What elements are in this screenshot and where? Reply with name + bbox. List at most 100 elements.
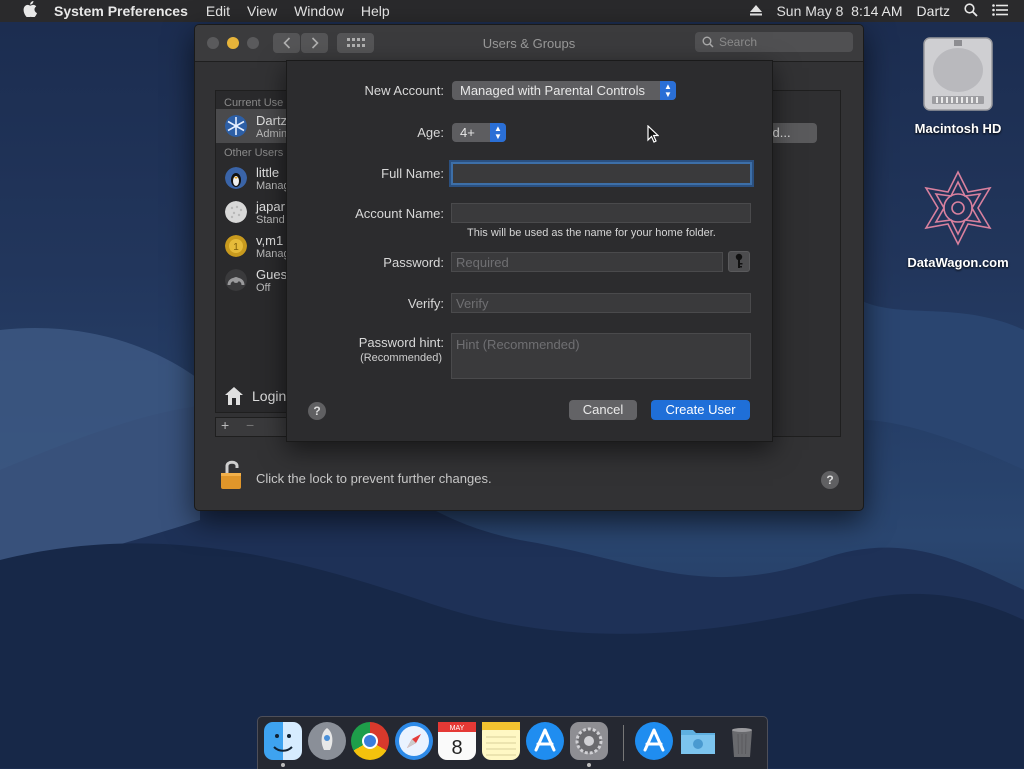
account-type-popup[interactable]: Managed with Parental Controls ▲ ▼: [452, 81, 676, 100]
user-row[interactable]: 1 v,m1 Manag: [216, 229, 292, 263]
menubar-datetime[interactable]: Sun May 8 8:14 AM: [776, 3, 902, 19]
svg-text:8: 8: [451, 737, 462, 759]
dock-system-preferences-icon[interactable]: [570, 722, 608, 760]
verify-label: Verify:: [407, 296, 444, 311]
password-hint-sublabel: (Recommended): [360, 352, 442, 364]
user-role: Off: [256, 282, 271, 294]
search-placeholder: Search: [719, 35, 758, 49]
search-field[interactable]: Search: [695, 32, 853, 52]
user-name: Gues: [256, 267, 288, 282]
account-name-field[interactable]: [451, 203, 751, 223]
lock-status-text: Click the lock to prevent further change…: [256, 471, 492, 486]
password-label: Password:: [383, 255, 444, 270]
age-value: 4+: [460, 125, 475, 140]
desktop-icon-datawagon[interactable]: DataWagon.com: [898, 168, 1018, 270]
dock-trash-icon[interactable]: [723, 722, 761, 760]
account-type-value: Managed with Parental Controls: [460, 83, 645, 98]
spotlight-search-icon[interactable]: [964, 2, 978, 20]
login-options-row[interactable]: Login: [215, 380, 293, 413]
user-name: v,m1: [256, 233, 284, 248]
add-remove-bar: + −: [215, 417, 293, 437]
menu-app-name[interactable]: System Preferences: [54, 3, 188, 19]
dock-launchpad-icon[interactable]: [308, 722, 346, 760]
dock-chrome-icon[interactable]: [351, 722, 389, 760]
user-role: Stand: [256, 214, 285, 226]
user-row[interactable]: japar Stand: [216, 195, 292, 229]
user-name: little: [256, 165, 280, 180]
user-row[interactable]: little Manag: [216, 161, 292, 195]
menu-edit[interactable]: Edit: [206, 3, 230, 19]
other-users-header: Other Users: [224, 147, 284, 159]
password-hint-field[interactable]: [451, 333, 751, 379]
datawagon-logo-icon: [924, 170, 992, 246]
mouse-cursor-icon: [647, 125, 659, 143]
password-hint-label: Password hint:: [358, 335, 444, 350]
new-account-sheet: New Account: Managed with Parental Contr…: [286, 60, 773, 442]
user-row-current[interactable]: Dartz Admin: [216, 109, 292, 143]
house-icon: [225, 387, 243, 405]
password-field[interactable]: [451, 252, 723, 272]
current-users-header: Current Use: [224, 97, 284, 109]
add-user-button[interactable]: +: [221, 417, 229, 433]
eject-icon[interactable]: [750, 3, 763, 19]
menubar-user[interactable]: Dartz: [917, 3, 950, 19]
user-avatar-penguin-icon: [225, 167, 247, 189]
user-role: Admin: [256, 128, 288, 140]
user-role: Manag: [256, 180, 290, 192]
user-name: Dartz: [256, 113, 288, 128]
menu-bar: System Preferences Edit View Window Help…: [0, 0, 1024, 22]
key-icon: [735, 253, 743, 268]
menu-window[interactable]: Window: [294, 3, 344, 19]
dock-running-indicator: [587, 763, 591, 767]
window-titlebar: Users & Groups Search: [195, 25, 863, 62]
account-name-label: Account Name:: [355, 206, 444, 221]
desktop-icon-macintosh-hd[interactable]: Macintosh HD: [898, 34, 1018, 136]
sheet-help-button[interactable]: ?: [308, 402, 326, 420]
dock-notes-icon[interactable]: [482, 722, 520, 760]
account-name-note: This will be used as the name for your h…: [467, 227, 716, 239]
user-avatar-snowflake-icon: [225, 115, 247, 137]
menu-view[interactable]: View: [247, 3, 277, 19]
dock-separator: [623, 725, 624, 761]
desktop: { "menubar": { "app_name": "System Prefe…: [0, 0, 1024, 769]
user-list[interactable]: Current Use Dartz Admin Other Users litt…: [215, 90, 293, 382]
user-avatar-golfball-icon: [225, 201, 247, 223]
user-role: Manag: [256, 248, 290, 260]
dock: MAY 8: [257, 716, 768, 769]
hard-drive-icon: [923, 37, 993, 111]
remove-user-button[interactable]: −: [246, 417, 254, 433]
full-name-field[interactable]: [451, 162, 752, 185]
user-row[interactable]: Gues Off: [216, 263, 292, 297]
help-button[interactable]: ?: [821, 471, 839, 489]
desktop-icon-label: DataWagon.com: [907, 255, 1009, 270]
desktop-icon-label: Macintosh HD: [914, 121, 1002, 136]
dock-safari-icon[interactable]: [395, 722, 433, 760]
dock-calendar-icon[interactable]: MAY 8: [438, 722, 476, 760]
search-icon: [702, 36, 714, 48]
dock-finder-icon[interactable]: [264, 722, 302, 760]
lock-button[interactable]: [219, 459, 243, 496]
notification-center-icon[interactable]: [992, 3, 1008, 19]
user-name: japar: [256, 199, 285, 214]
apple-menu-icon[interactable]: [20, 1, 40, 21]
login-options-label: Login: [252, 388, 287, 404]
dock-app-store-icon[interactable]: [526, 722, 564, 760]
menu-help[interactable]: Help: [361, 3, 390, 19]
full-name-label: Full Name:: [381, 166, 444, 181]
create-user-button[interactable]: Create User: [651, 400, 750, 420]
verify-field[interactable]: [451, 293, 751, 313]
password-assistant-button[interactable]: [728, 251, 750, 272]
popup-arrows-icon: ▲ ▼: [660, 81, 676, 100]
age-label: Age:: [417, 125, 444, 140]
guest-user-icon: [225, 269, 247, 291]
popup-arrows-icon: ▲ ▼: [490, 123, 506, 142]
new-account-label: New Account:: [364, 83, 445, 98]
svg-text:1: 1: [233, 242, 239, 253]
dock-downloads-folder-icon[interactable]: [679, 722, 717, 760]
dock-app-store-download-icon[interactable]: [635, 722, 673, 760]
user-avatar-medal-icon: 1: [225, 235, 247, 257]
svg-text:MAY: MAY: [450, 725, 465, 732]
cancel-button[interactable]: Cancel: [569, 400, 637, 420]
unlocked-padlock-icon: [221, 460, 241, 489]
age-popup[interactable]: 4+ ▲ ▼: [452, 123, 506, 142]
